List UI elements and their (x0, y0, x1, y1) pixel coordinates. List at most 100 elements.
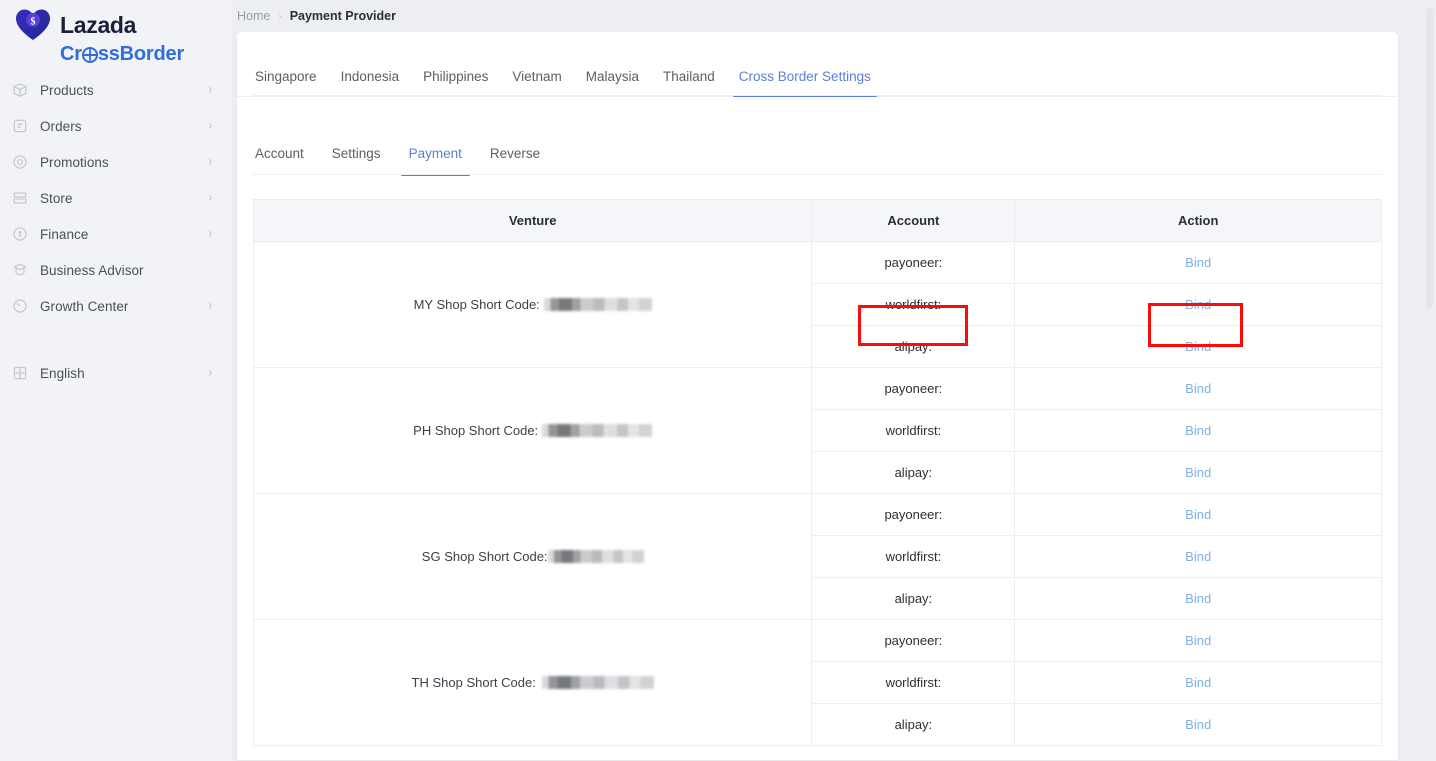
bind-link-worldfirst-sg[interactable]: Bind (1185, 549, 1211, 564)
action-cell-payoneer-ph: Bind (1015, 368, 1382, 410)
account-cell-alipay-sg: alipay: (812, 578, 1015, 620)
tab-payment[interactable]: Payment (409, 146, 462, 175)
bind-link-worldfirst-ph[interactable]: Bind (1185, 423, 1211, 438)
action-cell-alipay-ph: Bind (1015, 452, 1382, 494)
orders-icon (12, 118, 28, 134)
brand-crossborder-suffix: ssBorder (98, 43, 184, 66)
sidebar-item-products[interactable]: Products › (0, 72, 232, 108)
bind-link-worldfirst-th[interactable]: Bind (1185, 675, 1211, 690)
sidebar-item-label: Growth Center (40, 299, 208, 314)
table-row: PH Shop Short Code: payoneer: Bind (254, 368, 1382, 410)
bind-link-alipay-sg[interactable]: Bind (1185, 591, 1211, 606)
redacted-shop-code (548, 550, 644, 563)
worldfirst-account-cell-my: worldfirst: (812, 284, 1015, 326)
action-cell-payoneer-sg: Bind (1015, 494, 1382, 536)
tab-vietnam[interactable]: Vietnam (512, 69, 561, 96)
main-content: Home › Payment Provider Singapore Indone… (232, 0, 1436, 761)
table-header-row: Venture Account Action (254, 200, 1382, 242)
venture-label: MY Shop Short Code: (414, 297, 540, 312)
redacted-shop-code (542, 424, 652, 437)
tab-settings[interactable]: Settings (332, 146, 381, 175)
account-cell-alipay-th: alipay: (812, 704, 1015, 746)
brand-logo[interactable]: $ Lazada CrssBorder (0, 0, 232, 62)
sidebar-item-business-advisor[interactable]: Business Advisor (0, 252, 232, 288)
column-header-venture: Venture (254, 200, 812, 242)
action-cell-worldfirst-ph: Bind (1015, 410, 1382, 452)
heart-dollar-logo-icon: $ (14, 8, 52, 42)
account-cell-worldfirst-sg: worldfirst: (812, 536, 1015, 578)
tab-reverse[interactable]: Reverse (490, 146, 540, 175)
chevron-right-icon: › (208, 83, 212, 97)
brand-crossborder-prefix: Cr (60, 43, 82, 66)
chevron-right-icon: › (208, 227, 212, 241)
column-header-account: Account (812, 200, 1015, 242)
action-cell-alipay-sg: Bind (1015, 578, 1382, 620)
tab-indonesia[interactable]: Indonesia (341, 69, 400, 96)
tab-cross-border-settings[interactable]: Cross Border Settings (739, 69, 871, 96)
account-cell-worldfirst-ph: worldfirst: (812, 410, 1015, 452)
tab-malaysia[interactable]: Malaysia (586, 69, 639, 96)
sidebar-item-store[interactable]: Store › (0, 180, 232, 216)
bind-link-payoneer-sg[interactable]: Bind (1185, 507, 1211, 522)
vertical-scrollbar[interactable] (1425, 2, 1434, 759)
payment-provider-table-wrap: Venture Account Action MY Shop Short Cod… (237, 175, 1398, 746)
chevron-right-icon: › (208, 299, 212, 313)
language-icon (12, 365, 28, 381)
sidebar-item-finance[interactable]: Finance › (0, 216, 232, 252)
bind-link-payoneer-ph[interactable]: Bind (1185, 381, 1211, 396)
venture-label: PH Shop Short Code: (413, 423, 538, 438)
payment-provider-table: Venture Account Action MY Shop Short Cod… (253, 199, 1382, 746)
sidebar-item-orders[interactable]: Orders › (0, 108, 232, 144)
account-cell-payoneer-my: payoneer: (812, 242, 1015, 284)
redacted-shop-code (544, 298, 652, 311)
sub-tab-bar: Account Settings Payment Reverse (237, 97, 1398, 175)
redacted-shop-code (542, 676, 654, 689)
action-cell-alipay-th: Bind (1015, 704, 1382, 746)
tab-account[interactable]: Account (255, 146, 304, 175)
table-row: MY Shop Short Code: payoneer: Bind (254, 242, 1382, 284)
tab-thailand[interactable]: Thailand (663, 69, 715, 96)
sidebar-item-growth-center[interactable]: Growth Center › (0, 288, 232, 324)
sidebar-item-promotions[interactable]: Promotions › (0, 144, 232, 180)
action-cell-alipay-my: Bind (1015, 326, 1382, 368)
breadcrumb-home-link[interactable]: Home (237, 9, 270, 23)
sidebar-item-label: Business Advisor (40, 263, 212, 278)
bind-link-payoneer-th[interactable]: Bind (1185, 633, 1211, 648)
account-cell-payoneer-ph: payoneer: (812, 368, 1015, 410)
venture-label: TH Shop Short Code: (412, 675, 536, 690)
bind-link-alipay-ph[interactable]: Bind (1185, 465, 1211, 480)
account-cell-alipay-my: alipay: (812, 326, 1015, 368)
venture-cell-ph: PH Shop Short Code: (254, 368, 812, 494)
breadcrumb-current-page: Payment Provider (290, 9, 396, 23)
sidebar-nav: Products › Orders › Promotions (0, 72, 232, 391)
bind-link-payoneer-my[interactable]: Bind (1185, 255, 1211, 270)
country-tab-bar: Singapore Indonesia Philippines Vietnam … (237, 32, 1398, 97)
venture-cell-th: TH Shop Short Code: (254, 620, 812, 746)
growth-center-icon (12, 298, 28, 314)
globe-icon (82, 47, 98, 63)
chevron-right-icon: › (208, 366, 212, 380)
bind-link-worldfirst-my[interactable]: Bind (1185, 297, 1211, 312)
account-cell-worldfirst-th: worldfirst: (812, 662, 1015, 704)
business-advisor-icon (12, 262, 28, 278)
vertical-scrollbar-thumb[interactable] (1426, 8, 1433, 308)
tab-singapore[interactable]: Singapore (255, 69, 317, 96)
action-cell-worldfirst-sg: Bind (1015, 536, 1382, 578)
table-row: TH Shop Short Code: payoneer: Bind (254, 620, 1382, 662)
action-cell-payoneer-my: Bind (1015, 242, 1382, 284)
sidebar-item-label: Finance (40, 227, 208, 242)
content-card: Singapore Indonesia Philippines Vietnam … (237, 32, 1398, 760)
venture-cell-my: MY Shop Short Code: (254, 242, 812, 368)
action-cell-worldfirst-my: Bind (1015, 284, 1382, 326)
chevron-right-icon: › (208, 155, 212, 169)
chevron-right-icon: › (208, 191, 212, 205)
svg-text:$: $ (31, 17, 36, 28)
account-cell-payoneer-sg: payoneer: (812, 494, 1015, 536)
sidebar-item-label: Products (40, 83, 208, 98)
bind-link-alipay-my[interactable]: Bind (1185, 339, 1211, 354)
bind-link-alipay-th[interactable]: Bind (1185, 717, 1211, 732)
sidebar-item-language[interactable]: English › (0, 355, 232, 391)
products-icon (12, 82, 28, 98)
sidebar-item-label: Store (40, 191, 208, 206)
tab-philippines[interactable]: Philippines (423, 69, 488, 96)
